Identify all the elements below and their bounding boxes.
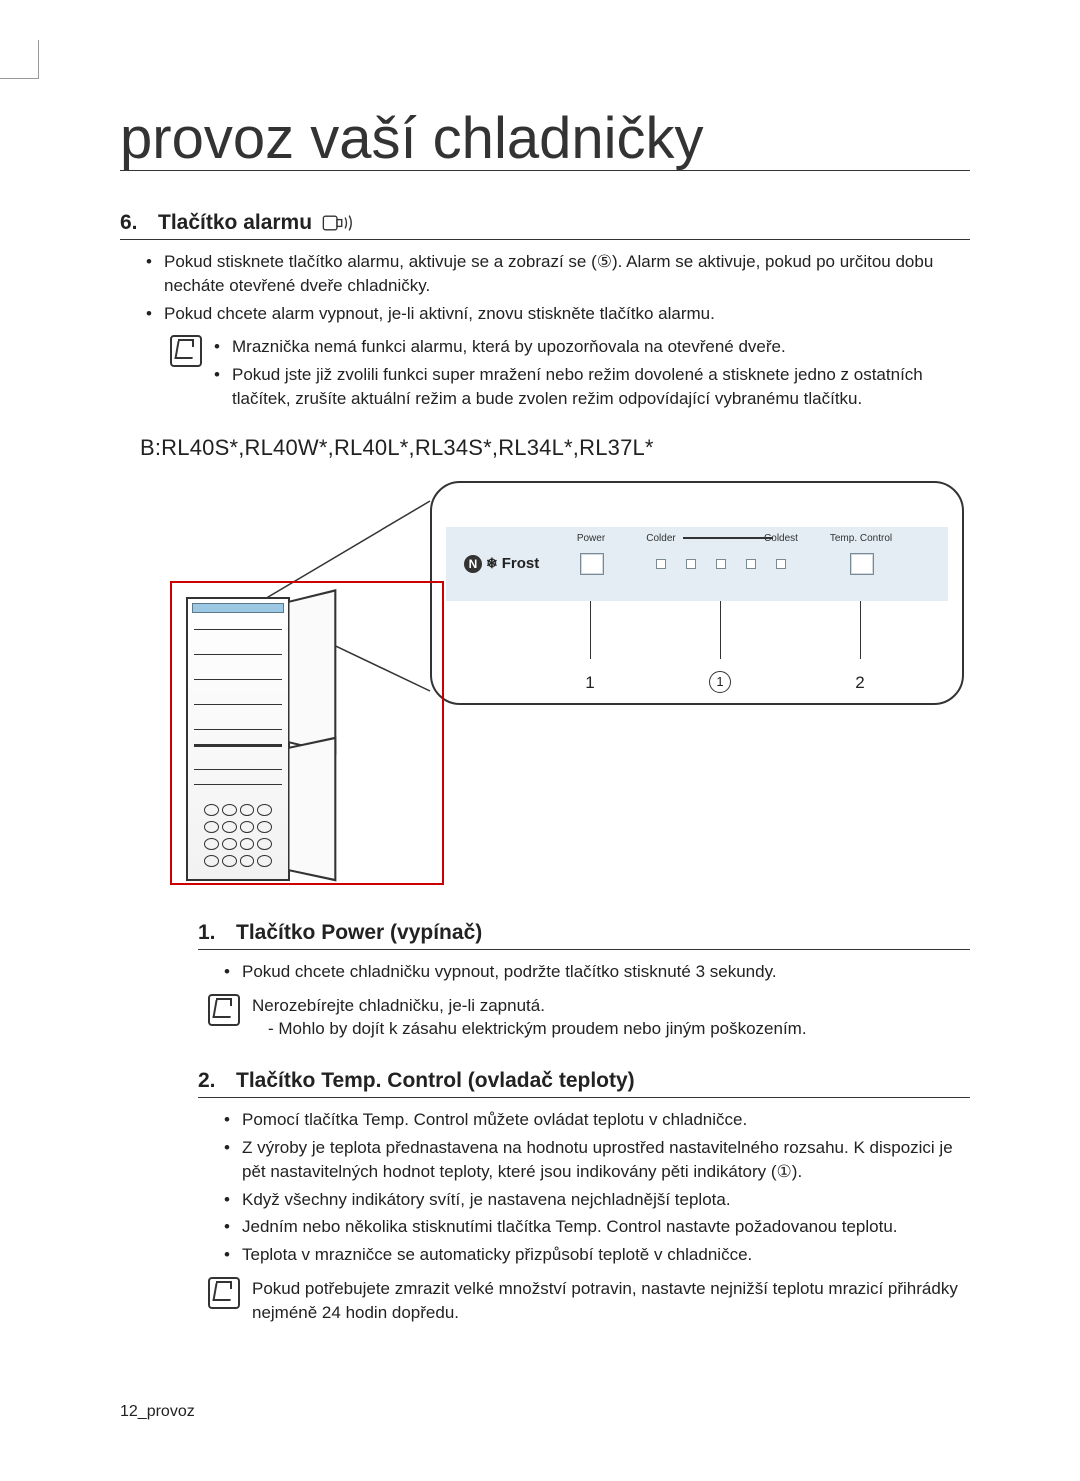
section-6-number: 6. (120, 211, 148, 235)
list-item: Pokud stisknete tlačítko alarmu, aktivuj… (164, 250, 970, 298)
shelf (194, 654, 282, 656)
power-label: Power (556, 533, 626, 544)
drawer (204, 838, 272, 850)
nofrost-n-icon: N (464, 555, 482, 573)
shelf (194, 629, 282, 631)
list-item: Pokud chcete chladničku vypnout, podržte… (242, 960, 970, 984)
section-1-number: 1. (198, 921, 226, 945)
note-lead: Nerozebírejte chladničku, je-li zapnutá. (252, 996, 545, 1015)
callout-circled-1: 1 (709, 671, 731, 693)
alarm-icon (322, 212, 356, 234)
power-button[interactable] (580, 553, 604, 575)
section-6-note: Mraznička nemá funkci alarmu, která by u… (170, 335, 970, 414)
note-text: Nerozebírejte chladničku, je-li zapnutá.… (252, 994, 970, 1042)
section-2-bullets: Pomocí tlačítka Temp. Control můžete ovl… (198, 1108, 970, 1267)
callout-2: 2 (855, 673, 864, 693)
coldest-label: Coldest (746, 533, 816, 544)
shelf (194, 729, 282, 731)
model-line: B:RL40S*,RL40W*,RL40L*,RL34S*,RL34L*,RL3… (140, 435, 970, 461)
fridge-door-lower (288, 736, 336, 881)
nofrost-label: N ❄ Frost (464, 555, 539, 573)
guide-line (720, 601, 721, 659)
section-2-number: 2. (198, 1069, 226, 1093)
crop-mark (0, 40, 39, 79)
indicator-led (686, 559, 696, 569)
panel-inner: N ❄ Frost Power Colder Coldest Temp. Con… (446, 527, 948, 601)
guide-line (590, 601, 591, 659)
indicator-led (716, 559, 726, 569)
section-1-wrap: 1. Tlačítko Power (vypínač) Pokud chcete… (198, 921, 970, 1041)
shelf (194, 704, 282, 706)
indicator-led (776, 559, 786, 569)
list-item: Z výroby je teplota přednastavena na hod… (242, 1136, 970, 1184)
page-title: provoz vaší chladničky (120, 110, 970, 171)
control-panel-diagram: N ❄ Frost Power Colder Coldest Temp. Con… (120, 481, 970, 881)
indicator-led (656, 559, 666, 569)
shelf (194, 769, 282, 771)
shelf (194, 679, 282, 681)
section-6-bullets: Pokud stisknete tlačítko alarmu, aktivuj… (120, 250, 970, 325)
section-2-wrap: 2. Tlačítko Temp. Control (ovladač teplo… (198, 1069, 970, 1324)
drawer (204, 804, 272, 816)
fridge-control-strip (192, 603, 284, 613)
fridge-illustration (186, 597, 306, 877)
page-footer: 12_provoz (120, 1403, 195, 1421)
note-icon (208, 1277, 240, 1309)
section-2-note: Pokud potřebujete zmrazit velké množství… (208, 1277, 970, 1325)
list-item: Pokud chcete alarm vypnout, je-li aktivn… (164, 302, 970, 326)
nofrost-star-icon: ❄ (486, 555, 498, 572)
section-2-heading: 2. Tlačítko Temp. Control (ovladač teplo… (198, 1069, 970, 1098)
list-item: Teplota v mrazničce se automaticky přizp… (242, 1243, 970, 1267)
drawer (204, 855, 272, 867)
fridge-door-upper (288, 589, 336, 755)
note-icon (208, 994, 240, 1026)
list-item: Pomocí tlačítka Temp. Control můžete ovl… (242, 1108, 970, 1132)
list-item: Pokud jste již zvolili funkci super mraž… (232, 363, 970, 411)
note-text: Mraznička nemá funkci alarmu, která by u… (214, 335, 970, 414)
section-6-heading: 6. Tlačítko alarmu (120, 211, 970, 240)
manual-page: provoz vaší chladničky 6. Tlačítko alarm… (0, 0, 1080, 1481)
note-sub: - Mohlo by dojít k zásahu elektrickým pr… (252, 1017, 970, 1041)
section-1-heading: 1. Tlačítko Power (vypínač) (198, 921, 970, 950)
indicator-led (746, 559, 756, 569)
list-item: Mraznička nemá funkci alarmu, která by u… (232, 335, 970, 359)
guide-line (860, 601, 861, 659)
temp-control-button[interactable] (850, 553, 874, 575)
fridge-body (186, 597, 290, 881)
section-2-title: Tlačítko Temp. Control (ovladač teploty) (236, 1069, 635, 1093)
section-1-title: Tlačítko Power (vypínač) (236, 921, 482, 945)
panel-callout: N ❄ Frost Power Colder Coldest Temp. Con… (430, 481, 964, 705)
temp-control-label: Temp. Control (826, 533, 896, 544)
list-item: Když všechny indikátory svítí, je nastav… (242, 1188, 970, 1212)
drawer (204, 821, 272, 833)
note-icon (170, 335, 202, 367)
list-item: Jedním nebo několika stisknutími tlačítk… (242, 1215, 970, 1239)
divider (194, 744, 282, 747)
note-text: Pokud potřebujete zmrazit velké množství… (252, 1277, 970, 1325)
callout-1: 1 (585, 673, 594, 693)
section-1-note: Nerozebírejte chladničku, je-li zapnutá.… (208, 994, 970, 1042)
shelf (194, 784, 282, 786)
nofrost-text: Frost (502, 555, 540, 572)
section-6-title: Tlačítko alarmu (158, 211, 312, 235)
section-1-bullets: Pokud chcete chladničku vypnout, podržte… (198, 960, 970, 984)
temp-indicators (656, 559, 786, 569)
